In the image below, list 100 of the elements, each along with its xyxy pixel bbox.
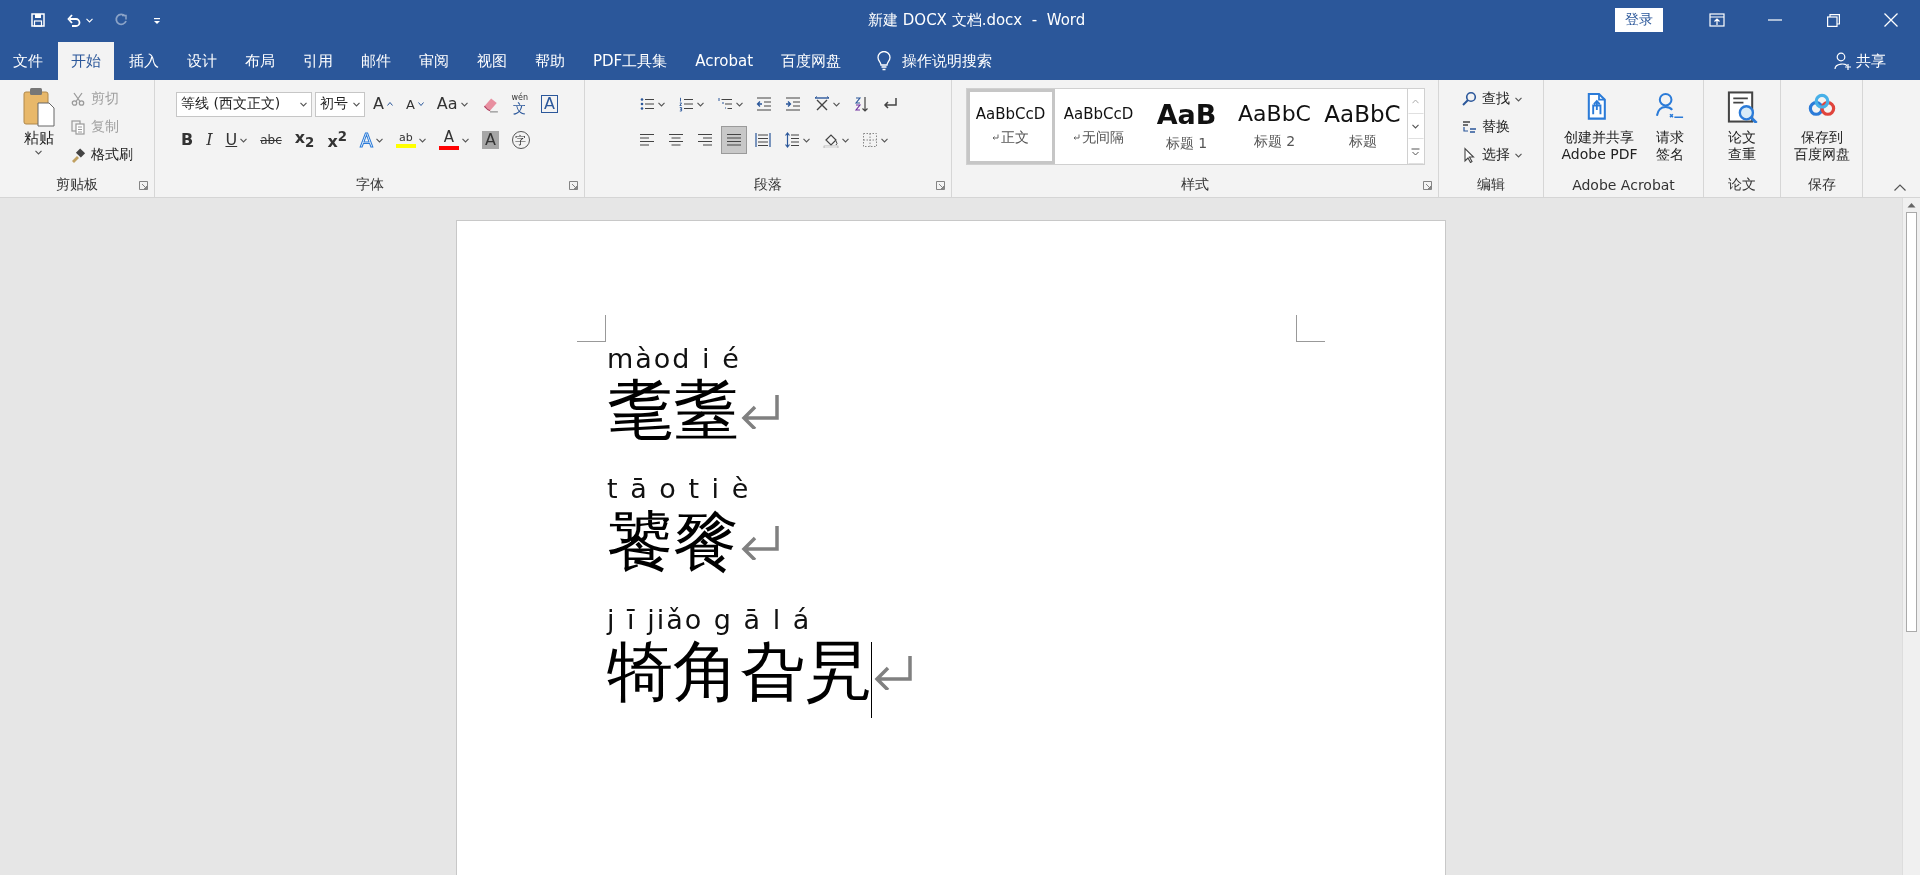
superscript-button[interactable]: x$^{2}$ [322,126,352,154]
group-label: Adobe Acrobat [1572,177,1675,193]
window-title: 新建 DOCX 文档.docx - Word [867,10,1087,30]
ribbon-tab[interactable]: 邮件 [348,42,404,80]
ribbon-tab[interactable]: 帮助 [522,42,578,80]
thesis-check-button[interactable]: 论文 查重 [1722,84,1762,164]
style-item[interactable]: AaB 标题 1 [1142,89,1231,164]
paragraph-mark-icon [741,523,781,560]
caret-icon [240,137,248,143]
paragraph-mark-icon [1073,134,1080,142]
font-size-dropdown[interactable]: 初号 [314,91,365,117]
save-icon [30,12,46,28]
ribbon-tab[interactable]: 设计 [174,42,230,80]
paragraph-mark-icon [992,134,999,142]
strikethrough-button[interactable]: abc [255,126,287,154]
align-right-icon [696,132,713,148]
document-magnifier-icon [1726,91,1758,123]
style-item[interactable]: AaBbC 标题 2 [1230,89,1319,164]
style-item[interactable]: AaBbC 标题 [1318,89,1407,164]
group-label: 段落 [754,176,782,194]
caret-icon [376,137,383,143]
ribbon-tab[interactable]: 插入 [116,42,172,80]
ribbon-tab[interactable]: 百度网盘 [768,42,855,80]
ribbon-tab[interactable]: 视图 [464,42,520,80]
margin-corner-mark [1296,315,1325,342]
style-item[interactable]: AaBbCcD 无间隔 [1054,89,1143,164]
ribbon-tab[interactable]: 文件 [0,42,56,80]
caret-icon [802,137,810,143]
collapse-ribbon-icon[interactable] [1894,184,1906,191]
scrollbar-thumb[interactable] [1906,212,1917,632]
share-button[interactable]: 共享 [1828,42,1892,80]
align-left-icon [638,132,655,148]
ribbon-tab[interactable]: PDF工具集 [580,42,681,80]
font-color-button[interactable]: A [434,126,474,154]
align-justify-button[interactable] [720,126,747,154]
caret-icon [1412,124,1419,129]
vertical-scrollbar[interactable] [1902,198,1920,875]
margin-corner-mark [577,315,606,342]
replace-icon [1460,119,1477,135]
chinese-word: 耄耋 [607,378,739,445]
share-pdf-button[interactable]: 创建并共享 Adobe PDF [1557,84,1642,164]
group-label: 编辑 [1477,176,1505,194]
ribbon-tab[interactable]: 引用 [290,42,346,80]
tell-me-search[interactable]: 操作说明搜索 [902,51,993,71]
change-case-button[interactable]: Aa [431,90,473,118]
search-icon [1460,91,1477,107]
italic-button[interactable]: I [201,126,218,154]
subscript-button[interactable]: x$_{2}$ [289,126,320,154]
ribbon-tab[interactable]: 审阅 [406,42,462,80]
caret-icon [657,101,665,107]
decrease-indent-icon [755,96,772,112]
style-item[interactable]: AaBbCcD 正文 [966,89,1055,164]
find-button[interactable]: 查找 [1456,86,1526,112]
caret-icon [86,17,93,23]
caret-icon [462,137,469,143]
dialog-launcher-icon[interactable] [139,181,148,190]
redo-icon [113,12,129,28]
caret-icon [735,101,743,107]
character-border-button[interactable]: A [536,90,564,118]
highlight-button[interactable]: ab [391,126,431,154]
phonetic-guide-button[interactable]: wén 文 [506,90,534,118]
group-label: 论文 [1728,176,1756,194]
replace-button[interactable]: 替换 [1456,114,1526,140]
select-button[interactable]: 选择 [1456,142,1526,168]
distributed-icon [754,132,771,148]
dialog-launcher-icon[interactable] [936,181,945,190]
caret-icon [1514,96,1522,102]
sign-in-button[interactable]: 登录 [1615,8,1663,32]
character-shading-button[interactable]: A [477,126,504,154]
line-spacing-icon [783,132,800,148]
format-painter-button[interactable]: 格式刷 [65,142,137,168]
font-name-dropdown[interactable]: 等线 (西文正文) [175,91,312,117]
dialog-launcher-icon[interactable] [1423,181,1432,190]
lightbulb-icon [876,51,893,71]
undo-icon [66,12,82,28]
down-caret-icon [417,102,424,106]
ribbon-tab[interactable]: 开始 [58,42,114,80]
increase-indent-icon [784,96,801,112]
ribbon-tab[interactable]: Acrobat [682,42,767,80]
up-caret-icon[interactable] [1907,202,1916,208]
shrink-font-button[interactable]: A [400,90,429,118]
signature-button[interactable]: 请求 签名 [1649,84,1690,164]
up-caret-icon [386,102,393,106]
pinyin-text: j ī jiǎo g ā l á [607,603,813,637]
caret-icon [299,101,307,107]
caret-icon [460,101,468,107]
cloud-save-button[interactable]: 保存到 百度网盘 [1789,84,1854,164]
grow-font-button[interactable]: A [367,90,398,118]
enclose-characters-button[interactable]: 字 [506,126,535,154]
sort-icon [852,96,869,112]
align-center-icon [667,132,684,148]
group-label: 剪贴板 [56,176,98,194]
dialog-launcher-icon[interactable] [569,181,578,190]
bold-button[interactable]: B [175,126,199,154]
paint-bucket-icon [822,132,839,148]
up-caret-icon [1412,99,1419,104]
group-label: 字体 [355,176,384,194]
ribbon-tab[interactable]: 布局 [232,42,288,80]
underline-button[interactable]: U [220,126,253,154]
paste-button[interactable]: 粘贴 [17,84,60,158]
